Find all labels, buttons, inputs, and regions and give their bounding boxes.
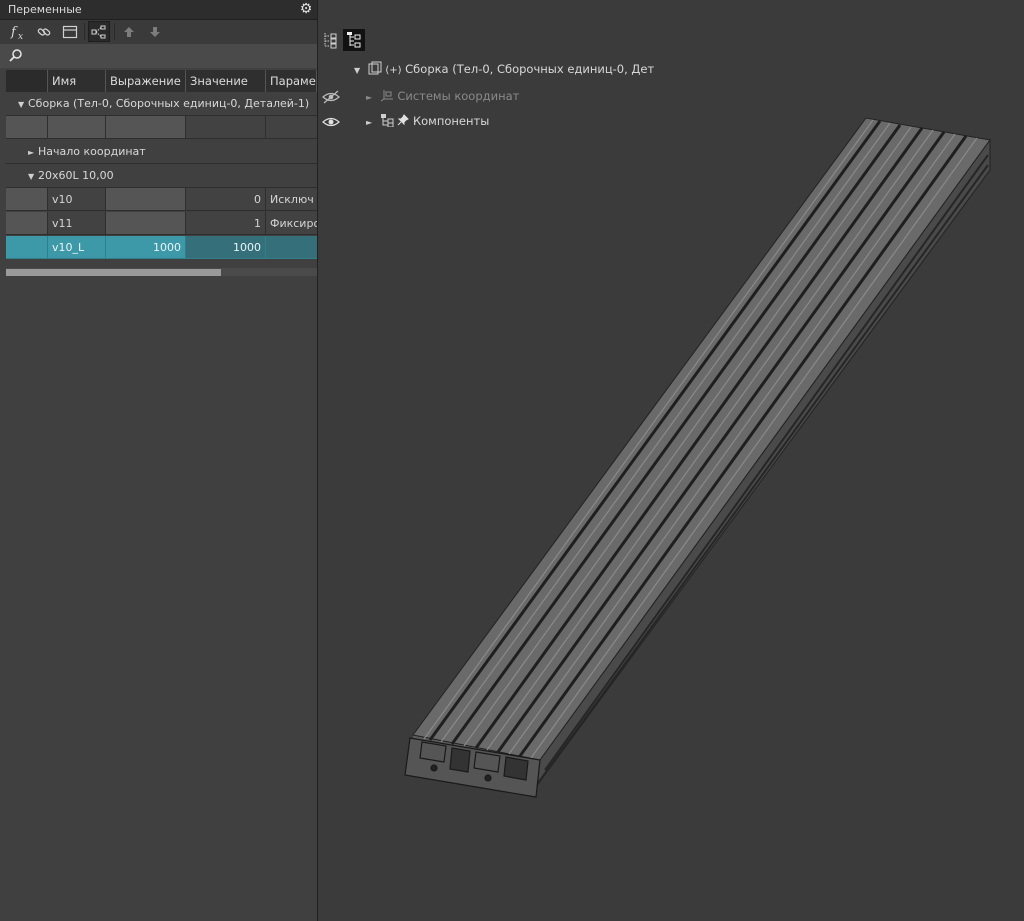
column-header-param[interactable]: Парамет: [266, 70, 317, 92]
toolbar-separator: [114, 23, 115, 40]
table-row-new[interactable]: [6, 116, 317, 140]
param-cell[interactable]: Фиксиро: [266, 212, 317, 235]
group-row-root[interactable]: ▼ Сборка (Тел-0, Сборочных единиц-0, Дета…: [6, 92, 317, 116]
name-cell[interactable]: v11: [48, 212, 106, 235]
expression-cell[interactable]: [106, 116, 186, 139]
group-label: Начало координат: [38, 145, 146, 158]
column-header-value[interactable]: Значение: [186, 70, 266, 92]
variables-panel: Переменные ⚙ fx Имя Выражение Значение П…: [0, 0, 318, 921]
horizontal-scrollbar-thumb[interactable]: [6, 269, 221, 276]
row-header-cell[interactable]: [6, 116, 48, 139]
arrow-up-icon[interactable]: [118, 21, 140, 42]
function-icon[interactable]: fx: [7, 21, 29, 42]
panel-header: Переменные ⚙: [0, 0, 317, 20]
expression-cell[interactable]: 1000: [106, 236, 186, 259]
group-label: 20x60L 10,00: [38, 169, 114, 182]
row-header-cell[interactable]: [6, 188, 48, 211]
tree-view-icon[interactable]: [88, 21, 110, 42]
panel-title: Переменные: [8, 3, 82, 16]
expression-cell[interactable]: [106, 212, 186, 235]
column-header-name[interactable]: Имя: [48, 70, 106, 92]
name-cell[interactable]: v10_L: [48, 236, 106, 259]
row-header-cell[interactable]: [6, 212, 48, 235]
expression-cell[interactable]: [106, 188, 186, 211]
group-label: Сборка (Тел-0, Сборочных единиц-0, Детал…: [28, 97, 310, 110]
search-icon: [8, 48, 24, 64]
search-bar: [0, 44, 317, 68]
expand-triangle-icon[interactable]: ▼: [18, 93, 28, 115]
collapse-triangle-icon[interactable]: ►: [28, 141, 38, 163]
name-cell[interactable]: v10: [48, 188, 106, 211]
table-row-selected[interactable]: v10_L 1000 1000: [6, 236, 317, 260]
aluminum-profile-model[interactable]: [318, 0, 1024, 921]
toolbar-separator: [84, 23, 85, 40]
link-icon[interactable]: [33, 21, 55, 42]
column-header-blank[interactable]: [6, 70, 48, 92]
svg-text:f: f: [10, 25, 18, 40]
value-cell[interactable]: 0: [186, 188, 266, 211]
expand-triangle-icon[interactable]: ▼: [28, 165, 38, 187]
3d-viewport[interactable]: ▼ (+) Сборка (Тел-0, Сборочных единиц-0,…: [318, 0, 1024, 921]
svg-text:x: x: [18, 32, 23, 41]
row-header-cell[interactable]: [6, 236, 48, 259]
gear-icon[interactable]: ⚙: [298, 1, 314, 17]
panel-toolbar: fx: [0, 20, 317, 44]
search-input[interactable]: [28, 47, 312, 67]
param-cell[interactable]: [266, 236, 317, 259]
name-cell[interactable]: [48, 116, 106, 139]
value-cell[interactable]: [186, 116, 266, 139]
table-row[interactable]: v10 0 Исключ: [6, 188, 317, 212]
param-cell[interactable]: Исключ: [266, 188, 317, 211]
table-row[interactable]: v11 1 Фиксиро: [6, 212, 317, 236]
column-header-expression[interactable]: Выражение: [106, 70, 186, 92]
group-row-origin[interactable]: ► Начало координат: [6, 140, 317, 164]
group-row-profile[interactable]: ▼ 20x60L 10,00: [6, 164, 317, 188]
value-cell[interactable]: 1: [186, 212, 266, 235]
window-icon[interactable]: [59, 21, 81, 42]
value-cell[interactable]: 1000: [186, 236, 266, 259]
param-cell[interactable]: [266, 116, 317, 139]
arrow-down-icon[interactable]: [144, 21, 166, 42]
